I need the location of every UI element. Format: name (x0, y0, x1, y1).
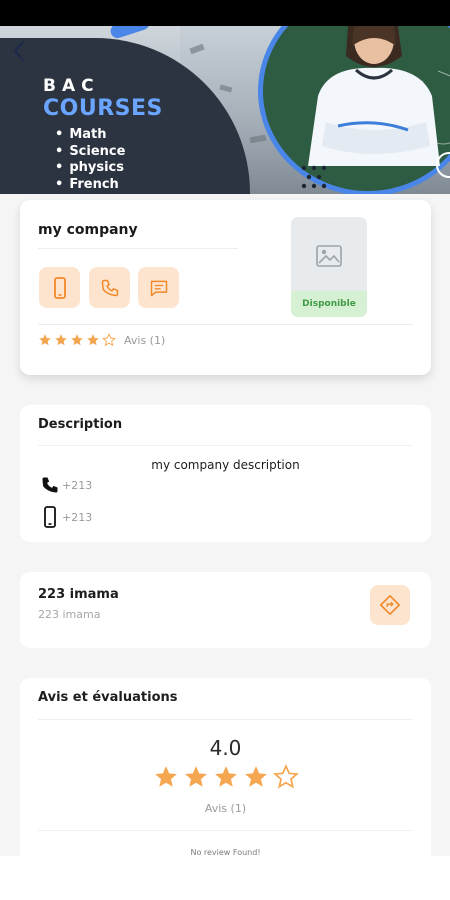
divider (38, 830, 413, 831)
mobile-button[interactable] (39, 267, 80, 308)
star-filled-icon (87, 334, 99, 346)
call-button[interactable] (89, 267, 130, 308)
star-filled-icon (71, 334, 83, 346)
banner-image: BAC COURSES Math Science physics French (0, 26, 450, 194)
star-outline-icon (102, 333, 116, 347)
sparkle-dots-decor (301, 165, 327, 189)
subject-item: French (55, 177, 125, 194)
phone-icon (101, 279, 118, 296)
image-icon (316, 245, 342, 267)
message-icon (150, 280, 167, 296)
star-outline-icon (272, 764, 299, 789)
contact-phone[interactable]: +213 (40, 475, 92, 495)
directions-button[interactable] (370, 585, 410, 625)
back-arrow-icon[interactable] (12, 40, 32, 64)
subject-item: Math (55, 127, 125, 144)
divider (38, 248, 238, 249)
company-rating: Avis (1) (38, 333, 165, 347)
message-button[interactable] (138, 267, 179, 308)
subject-item: Science (55, 144, 125, 161)
average-rating: 4.0 (209, 736, 242, 760)
chevron-left-icon (13, 41, 24, 61)
divider (38, 719, 413, 720)
banner-bac-text: BAC (43, 76, 100, 96)
phone-value: +213 (62, 478, 93, 492)
star-filled-icon (244, 766, 267, 787)
bottom-area (0, 856, 450, 900)
divider (38, 445, 413, 446)
address-title: 223 imama (38, 587, 119, 602)
star-filled-icon (154, 766, 177, 787)
address-card: 223 imama 223 imama (20, 572, 431, 648)
company-image: Disponible (291, 217, 367, 317)
star-filled-icon (55, 334, 67, 346)
status-bar (0, 0, 450, 26)
description-title: Description (38, 417, 123, 432)
subject-item: physics (55, 160, 125, 177)
banner-courses-text: COURSES (43, 96, 163, 121)
star-filled-icon (214, 766, 237, 787)
phone-icon (42, 477, 58, 493)
availability-badge: Disponible (291, 291, 367, 317)
address-subtitle: 223 imama (38, 608, 101, 621)
average-rating-stars (20, 764, 431, 790)
mobile-value: +213 (62, 510, 93, 524)
mobile-phone-icon (44, 506, 56, 528)
reviews-title: Avis et évaluations (38, 690, 178, 705)
company-card: my company Disponible Avis (1) (20, 200, 431, 375)
directions-icon (380, 595, 400, 615)
company-name: my company (38, 222, 138, 238)
contact-mobile[interactable]: +213 (40, 506, 92, 528)
star-filled-icon (184, 766, 207, 787)
banner-subject-list: Math Science physics French (55, 127, 125, 193)
mobile-phone-icon (53, 276, 66, 299)
divider (38, 324, 413, 325)
reviews-count: Avis (1) (204, 802, 247, 815)
star-filled-icon (39, 334, 51, 346)
description-text: my company description (151, 458, 300, 472)
description-card: Description my company description +213 … (20, 405, 431, 542)
rating-count: Avis (1) (124, 333, 166, 347)
